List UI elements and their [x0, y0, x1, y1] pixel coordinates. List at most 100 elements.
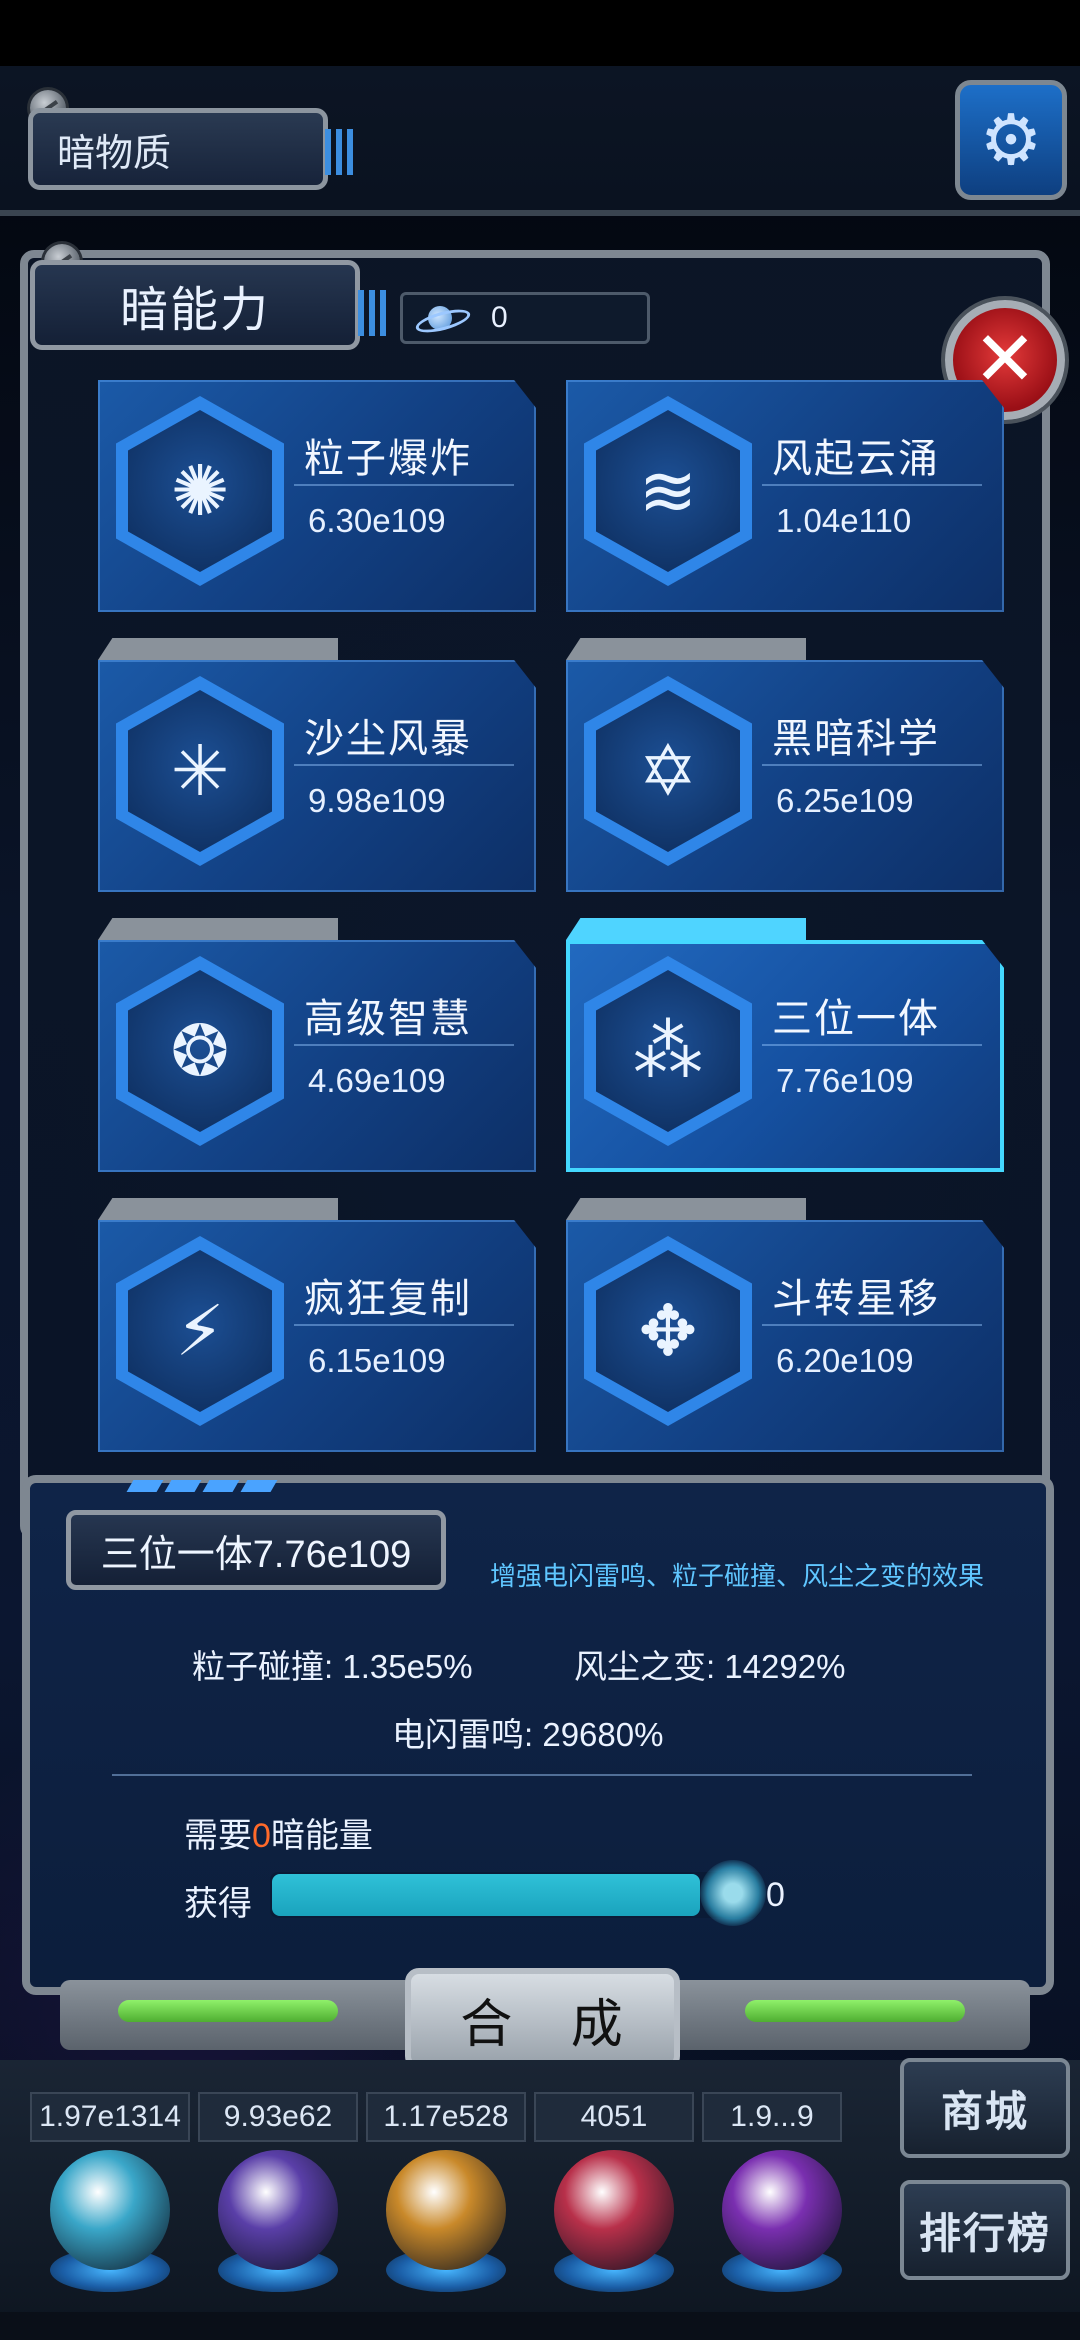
game-screen: 暗物质 ⚙ 暗能力 0 ✕ ✺ 粒子爆炸 6.30e109 ≋ 风起云涌 1.0…: [0, 0, 1080, 2340]
skill-divider: [294, 1044, 514, 1046]
shatter-icon: ✳: [170, 732, 230, 810]
skill-card[interactable]: ✡ 黑暗科学 6.25e109: [566, 660, 1004, 892]
energy-counter: 0: [400, 292, 650, 344]
need-suffix: 暗能量: [270, 1817, 373, 1855]
skill-value: 9.98e109: [308, 782, 446, 819]
card-tab-decoration: [98, 638, 338, 660]
skill-divider: [294, 764, 514, 766]
skill-name: 疯狂复制: [304, 1277, 472, 1321]
skill-card[interactable]: ≋ 风起云涌 1.04e110: [566, 380, 1004, 612]
resource-value: 1.97e1314: [30, 2092, 190, 2142]
vortex-icon: ✥: [638, 1292, 698, 1370]
detail-description: 增强电闪雷鸣、粒子碰撞、风尘之变的效果: [490, 1561, 985, 1591]
skill-value: 1.04e110: [776, 502, 912, 539]
bottom-edge: [0, 2312, 1080, 2340]
status-strip: [0, 0, 1080, 66]
skill-divider: [294, 484, 514, 486]
skill-card[interactable]: ✺ 粒子爆炸 6.30e109: [98, 380, 536, 612]
shop-label: 商城: [940, 2087, 1029, 2135]
skill-name: 沙尘风暴: [304, 717, 472, 761]
card-tab-decoration: [566, 638, 806, 660]
skill-name: 风起云涌: [772, 437, 940, 481]
resource-value: 9.93e62: [198, 2092, 358, 2142]
stat-particle-collision: 粒子碰撞: 1.35e5%: [192, 1648, 473, 1685]
progress-knob[interactable]: [700, 1860, 766, 1926]
skill-card[interactable]: ❂ 高级智慧 4.69e109: [98, 940, 536, 1172]
need-prefix: 需要: [184, 1817, 252, 1855]
resource-orb-violet[interactable]: [722, 2150, 842, 2270]
detail-title: 三位一体7.76e109: [66, 1510, 446, 1590]
trinity-icon: ⁂: [633, 1012, 703, 1090]
skill-hex: ≋: [584, 396, 752, 586]
skill-value: 4.69e109: [308, 1062, 446, 1099]
need-amount: 0: [252, 1817, 271, 1855]
skill-divider: [762, 484, 982, 486]
card-tab-decoration: [566, 1198, 806, 1220]
resource-value: 4051: [534, 2092, 694, 2142]
tornado-icon: ≋: [638, 452, 698, 530]
skill-card[interactable]: ✳ 沙尘风暴 9.98e109: [98, 660, 536, 892]
skill-value: 7.76e109: [776, 1062, 914, 1099]
dark-matter-title: 暗物质: [28, 108, 353, 190]
skill-hex: ✺: [116, 396, 284, 586]
panel-bars-decoration: [358, 290, 386, 336]
skill-name: 斗转星移: [772, 1277, 940, 1321]
energy-requirement: 需要0暗能量: [184, 1808, 373, 1857]
title-bars-decoration: [325, 129, 353, 175]
hexagram-icon: ✡: [638, 732, 698, 810]
card-tab-decoration: [566, 918, 806, 940]
get-label: 获得: [184, 1885, 252, 1923]
planet-icon: [415, 300, 465, 336]
resource-value: 1.17e528: [366, 2092, 526, 2142]
skill-card[interactable]: ⚡ 疯狂复制 6.15e109: [98, 1220, 536, 1452]
skill-card-selected[interactable]: ⁂ 三位一体 7.76e109: [566, 940, 1004, 1172]
explosion-icon: ✺: [170, 452, 230, 530]
skill-card[interactable]: ✥ 斗转星移 6.20e109: [566, 1220, 1004, 1452]
dark-matter-title-label: 暗物质: [57, 132, 172, 175]
skill-divider: [294, 1324, 514, 1326]
brain-icon: ❂: [170, 1012, 230, 1090]
skill-value: 6.20e109: [776, 1342, 914, 1379]
skill-grid: ✺ 粒子爆炸 6.30e109 ≋ 风起云涌 1.04e110 ✳ 沙尘风暴 9…: [98, 380, 1008, 1452]
panel-title-label: 暗能力: [119, 284, 270, 337]
leaderboard-button[interactable]: 排行榜: [900, 2180, 1070, 2280]
detail-title-label: 三位一体7.76e109: [100, 1533, 412, 1576]
resource-orb-purple[interactable]: [218, 2150, 338, 2270]
get-value: 0: [766, 1876, 785, 1914]
skill-divider: [762, 1044, 982, 1046]
detail-divider: [112, 1774, 972, 1776]
synthesize-button[interactable]: 合 成: [405, 1968, 680, 2070]
progress-fill: [272, 1874, 700, 1916]
settings-button[interactable]: ⚙: [955, 80, 1067, 200]
skill-value: 6.30e109: [308, 502, 446, 539]
synthesize-label: 合 成: [460, 1995, 645, 2054]
skill-divider: [762, 764, 982, 766]
skill-value: 6.15e109: [308, 1342, 446, 1379]
leaderboard-label: 排行榜: [918, 2209, 1051, 2257]
lightning-icon: ⚡: [175, 1292, 225, 1370]
resource-value: 1.9...9: [702, 2092, 842, 2142]
resource-orb-cyan[interactable]: [50, 2150, 170, 2270]
skill-name: 黑暗科学: [772, 717, 940, 761]
gear-icon: ⚙: [979, 101, 1043, 179]
skill-name: 高级智慧: [304, 997, 472, 1041]
card-tab-decoration: [98, 1198, 338, 1220]
synthesize-indicator-left: [118, 2000, 338, 2022]
skill-hex: ✥: [584, 1236, 752, 1426]
skill-hex: ✳: [116, 676, 284, 866]
stat-wind-dust-change: 风尘之变: 14292%: [574, 1648, 846, 1685]
skill-hex: ⚡: [116, 1236, 284, 1426]
panel-title: 暗能力: [30, 260, 360, 350]
energy-counter-value: 0: [491, 301, 508, 334]
detail-bars-decoration: [126, 1480, 278, 1492]
shop-button[interactable]: 商城: [900, 2058, 1070, 2158]
skill-divider: [762, 1324, 982, 1326]
resource-orb-gold[interactable]: [386, 2150, 506, 2270]
resource-orb-red[interactable]: [554, 2150, 674, 2270]
skill-hex: ⁂: [584, 956, 752, 1146]
skill-value: 6.25e109: [776, 782, 914, 819]
skill-hex: ✡: [584, 676, 752, 866]
stat-thunder-lightning: 电闪雷鸣: 29680%: [392, 1716, 664, 1753]
synthesize-indicator-right: [745, 2000, 965, 2022]
skill-name: 粒子爆炸: [304, 437, 472, 481]
